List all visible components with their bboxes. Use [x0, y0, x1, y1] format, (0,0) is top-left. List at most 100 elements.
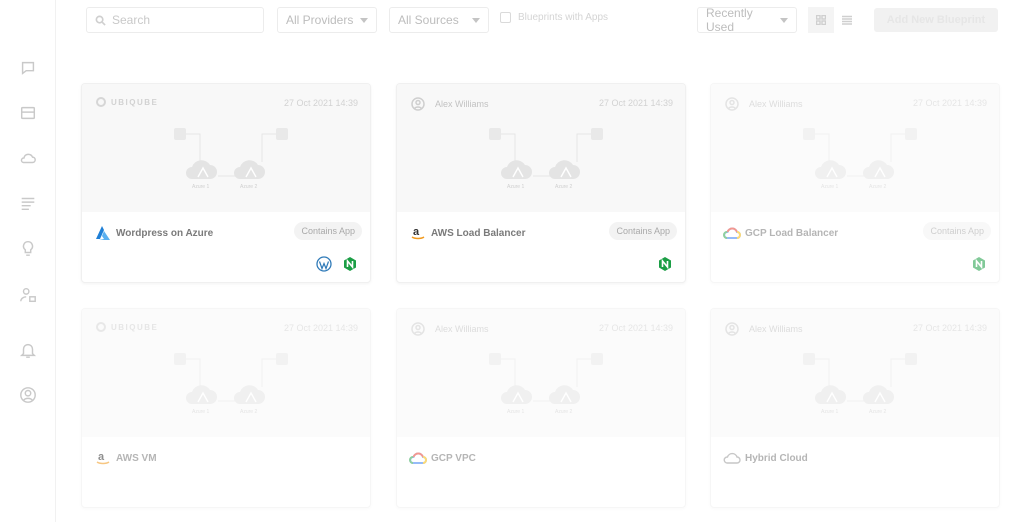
blueprint-title: AWS VM — [116, 452, 157, 464]
blueprint-card[interactable]: Alex Williams 27 Oct 2021 14:39 Azure 1 Azu… — [396, 308, 686, 508]
blueprint-preview: Alex Williams 27 Oct 2021 14:39 Azure 1 Azu… — [397, 84, 685, 212]
blueprint-diagram: Azure 1 Azure 2 — [789, 349, 929, 419]
owner-name: UBIQUBE — [111, 322, 159, 332]
blueprints-with-apps-filter[interactable]: Blueprints with Apps — [500, 12, 608, 23]
azure-icon — [94, 224, 112, 242]
app-icons — [971, 256, 987, 277]
date: 27 Oct 2021 14:39 — [912, 98, 987, 108]
blueprint-card[interactable]: Alex Williams 27 Oct 2021 14:39 Azure 1 Azu… — [396, 83, 686, 283]
sort-value: Recently Used — [706, 6, 753, 34]
blueprint-preview: Alex Williams 27 Oct 2021 14:39 Azure 1 Azu… — [397, 309, 685, 437]
sources-value: All Sources — [398, 13, 459, 27]
user-icon — [725, 97, 739, 111]
owner: Alex Williams — [411, 97, 489, 111]
svg-text:a: a — [413, 226, 420, 238]
search-input[interactable]: Search — [86, 7, 264, 33]
view-toggle — [808, 7, 860, 33]
node1-label: Azure 1 — [192, 184, 210, 190]
owner-name: Alex Williams — [435, 99, 489, 109]
blueprint-preview: UBIQUBE 27 Oct 2021 14:39 Azure 1 Azure 2 — [82, 84, 370, 212]
checkbox[interactable] — [500, 12, 511, 23]
list-view-button[interactable] — [834, 7, 860, 33]
card-footer: GCP Load Balancer Contains App — [711, 212, 999, 282]
inbox-icon[interactable] — [18, 103, 38, 123]
app-icons — [316, 256, 358, 277]
ubiqube-logo-icon — [96, 322, 106, 332]
sources-select[interactable]: All Sources — [389, 7, 489, 33]
user-icon — [411, 322, 425, 336]
chevron-down-icon — [360, 17, 368, 23]
search-icon — [95, 15, 106, 26]
blueprint-card[interactable]: Alex Williams 27 Oct 2021 14:39 Azure 1 Azu… — [710, 308, 1000, 508]
wordpress-icon — [316, 256, 332, 277]
node2-label: Azure 2 — [555, 409, 573, 415]
ubiqube-logo-icon — [96, 97, 106, 107]
providers-select[interactable]: All Providers — [277, 7, 377, 33]
chat-icon[interactable] — [18, 58, 38, 78]
blueprint-card[interactable]: UBIQUBE 27 Oct 2021 14:39 Azure 1 Azure 2aA… — [81, 308, 371, 508]
card-footer: Wordpress on Azure Contains App — [82, 212, 370, 282]
date: 27 Oct 2021 14:39 — [912, 323, 987, 333]
blueprint-name: GCP VPC — [409, 449, 476, 467]
chevron-down-icon — [780, 17, 788, 23]
chevron-down-icon — [472, 17, 480, 23]
sidebar — [0, 0, 56, 522]
blueprint-name: Hybrid Cloud — [723, 449, 808, 467]
search-placeholder: Search — [112, 13, 151, 27]
blueprint-name: GCP Load Balancer — [723, 224, 838, 242]
node2-label: Azure 2 — [555, 184, 573, 190]
owner: Alex Williams — [411, 322, 489, 336]
contains-app-badge: Contains App — [923, 222, 991, 240]
contains-app-badge: Contains App — [609, 222, 677, 240]
card-footer: GCP VPC — [397, 437, 685, 507]
node1-label: Azure 1 — [192, 409, 210, 415]
date: 27 Oct 2021 14:39 — [598, 98, 673, 108]
blueprint-diagram: Azure 1 Azure 2 — [160, 349, 300, 419]
nginx-icon — [342, 256, 358, 277]
node2-label: Azure 2 — [869, 409, 887, 415]
blueprint-diagram: Azure 1 Azure 2 — [475, 349, 615, 419]
date: 27 Oct 2021 14:39 — [283, 323, 358, 333]
blueprint-title: Hybrid Cloud — [745, 452, 808, 464]
cloud-icon[interactable] — [18, 148, 38, 168]
owner: Alex Williams — [725, 322, 803, 336]
add-new-blueprint-button[interactable]: Add New Blueprint — [874, 8, 998, 32]
user-icon — [411, 97, 425, 111]
providers-value: All Providers — [286, 13, 354, 27]
account-icon[interactable] — [18, 385, 38, 405]
owner: UBIQUBE — [96, 97, 158, 107]
lightbulb-icon[interactable] — [18, 238, 38, 258]
node2-label: Azure 2 — [240, 184, 258, 190]
owner: Alex Williams — [725, 97, 803, 111]
user-lock-icon[interactable] — [18, 285, 38, 305]
toolbar: Search All Providers All Sources Bluepri… — [56, 0, 1024, 40]
hybrid-icon — [723, 449, 741, 467]
blueprint-preview: Alex Williams 27 Oct 2021 14:39 Azure 1 Azu… — [711, 84, 999, 212]
app-icons — [657, 256, 673, 277]
node1-label: Azure 1 — [507, 184, 525, 190]
node2-label: Azure 2 — [869, 184, 887, 190]
blueprint-diagram: Azure 1 Azure 2 — [475, 124, 615, 194]
owner-name: Alex Williams — [749, 324, 803, 334]
owner-name: Alex Williams — [749, 99, 803, 109]
card-footer: a AWS Load Balancer Contains App — [397, 212, 685, 282]
svg-text:a: a — [98, 451, 105, 463]
sort-select[interactable]: Recently Used — [697, 6, 797, 34]
grid-view-button[interactable] — [808, 7, 834, 33]
date: 27 Oct 2021 14:39 — [283, 98, 358, 108]
blueprint-title: AWS Load Balancer — [431, 227, 526, 239]
bell-icon[interactable] — [18, 340, 38, 360]
blueprint-title: GCP VPC — [431, 452, 476, 464]
blueprint-card[interactable]: UBIQUBE 27 Oct 2021 14:39 Azure 1 Azure 2 Wo… — [81, 83, 371, 283]
user-icon — [725, 322, 739, 336]
blueprint-title: GCP Load Balancer — [745, 227, 839, 239]
owner-name: Alex Williams — [435, 324, 489, 334]
owner: UBIQUBE — [96, 322, 158, 332]
list-icon[interactable] — [18, 193, 38, 213]
blueprint-name: a AWS Load Balancer — [409, 224, 525, 242]
gcp-icon — [409, 449, 427, 467]
blueprint-card[interactable]: Alex Williams 27 Oct 2021 14:39 Azure 1 Azu… — [710, 83, 1000, 283]
node1-label: Azure 1 — [821, 409, 839, 415]
node1-label: Azure 1 — [507, 409, 525, 415]
nginx-icon — [657, 256, 673, 277]
